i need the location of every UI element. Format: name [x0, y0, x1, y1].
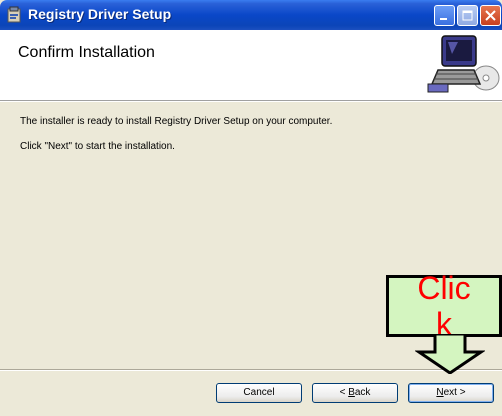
- setup-window: Registry Driver Setup Confirm Installati…: [0, 0, 502, 416]
- cancel-label: Cancel: [243, 387, 275, 398]
- maximize-button[interactable]: [457, 5, 478, 26]
- window-title: Registry Driver Setup: [28, 6, 172, 22]
- back-mnemonic: B: [348, 387, 355, 398]
- dialog-header: Confirm Installation: [0, 30, 502, 101]
- back-button[interactable]: < Back: [312, 383, 398, 403]
- next-suffix: >: [456, 387, 466, 398]
- cancel-button[interactable]: Cancel: [216, 383, 302, 403]
- installer-icon: [7, 6, 21, 23]
- down-arrow-icon: [415, 334, 485, 374]
- body-line-ready: The installer is ready to install Regist…: [20, 116, 333, 127]
- next-button[interactable]: Next >: [408, 383, 494, 403]
- computer-cd-icon: [427, 35, 500, 93]
- minimize-icon: [440, 18, 447, 20]
- click-callout-line1: Clic: [417, 270, 471, 306]
- title-bar[interactable]: Registry Driver Setup: [0, 0, 502, 30]
- maximize-icon: [462, 10, 473, 21]
- next-label: ext: [443, 387, 457, 398]
- body-line-instruction: Click "Next" to start the installation.: [20, 141, 175, 152]
- minimize-button[interactable]: [434, 5, 455, 26]
- next-mnemonic: N: [436, 387, 444, 398]
- back-label: ack: [354, 387, 371, 398]
- close-button[interactable]: [480, 5, 501, 26]
- back-prefix: <: [339, 387, 349, 398]
- page-title: Confirm Installation: [18, 44, 155, 61]
- click-callout-text: Clic k: [388, 270, 500, 342]
- close-icon: [485, 10, 496, 21]
- dialog-body: The installer is ready to install Regist…: [20, 116, 332, 166]
- header-divider: [0, 101, 502, 102]
